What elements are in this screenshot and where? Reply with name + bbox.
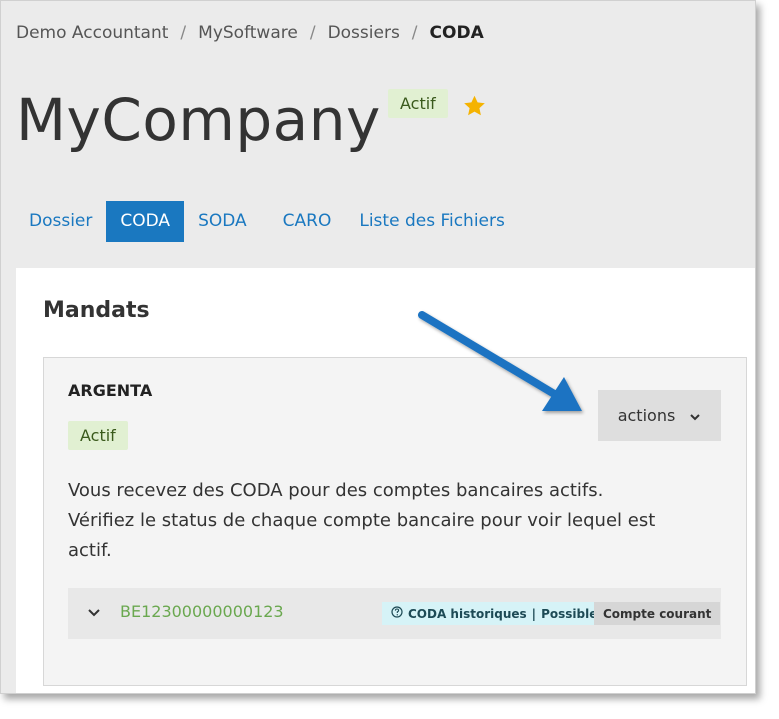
bank-name: ARGENTA (68, 381, 153, 400)
tab-dossier[interactable]: Dossier (15, 201, 106, 242)
chevron-down-icon[interactable] (86, 605, 102, 625)
bank-account-row[interactable]: BE12300000000123 CODA historiques | Poss… (68, 588, 721, 639)
mandate-description: Vous recevez des CODA pour des comptes b… (68, 480, 656, 561)
star-icon[interactable] (462, 94, 487, 122)
actions-label: actions (617, 406, 676, 425)
annotation-arrow-icon (418, 311, 582, 411)
tab-bar: Dossier CODA SODA CARO Liste des Fichier… (15, 201, 519, 242)
breadcrumb-demo-accountant[interactable]: Demo Accountant (16, 23, 168, 43)
section-heading: Mandats (43, 298, 150, 323)
content-panel: Mandats ARGENTA Actif actions Vous recev… (16, 268, 755, 693)
mandate-status-badge: Actif (68, 421, 128, 450)
breadcrumb: Demo Accountant / MySoftware / Dossiers … (16, 23, 484, 43)
breadcrumb-separator: / (180, 23, 187, 43)
tab-soda[interactable]: SODA (184, 201, 261, 242)
badge-divider: | (531, 606, 537, 621)
breadcrumb-dossiers[interactable]: Dossiers (328, 23, 400, 43)
account-type-badge: Compte courant (594, 602, 721, 625)
chevron-down-icon (689, 406, 701, 425)
breadcrumb-separator: / (411, 23, 418, 43)
breadcrumb-mysoftware[interactable]: MySoftware (198, 23, 298, 43)
actions-dropdown-button[interactable]: actions (598, 390, 721, 441)
tab-liste-des-fichiers[interactable]: Liste des Fichiers (345, 201, 519, 242)
question-circle-icon (391, 606, 403, 621)
coda-history-badge: CODA historiques | Possible (382, 602, 607, 625)
mandate-card: ARGENTA Actif actions Vous recevez des C… (43, 357, 747, 686)
tab-caro[interactable]: CARO (269, 201, 346, 242)
breadcrumb-current: CODA (429, 23, 484, 43)
status-badge: Actif (388, 89, 448, 118)
app-window: Demo Accountant / MySoftware / Dossiers … (0, 0, 756, 694)
coda-history-label: CODA historiques (408, 606, 527, 621)
tab-coda[interactable]: CODA (106, 201, 185, 242)
page-title: MyCompany (16, 86, 381, 154)
breadcrumb-separator: / (309, 23, 316, 43)
coda-history-status: Possible (541, 606, 598, 621)
account-number[interactable]: BE12300000000123 (120, 602, 284, 621)
